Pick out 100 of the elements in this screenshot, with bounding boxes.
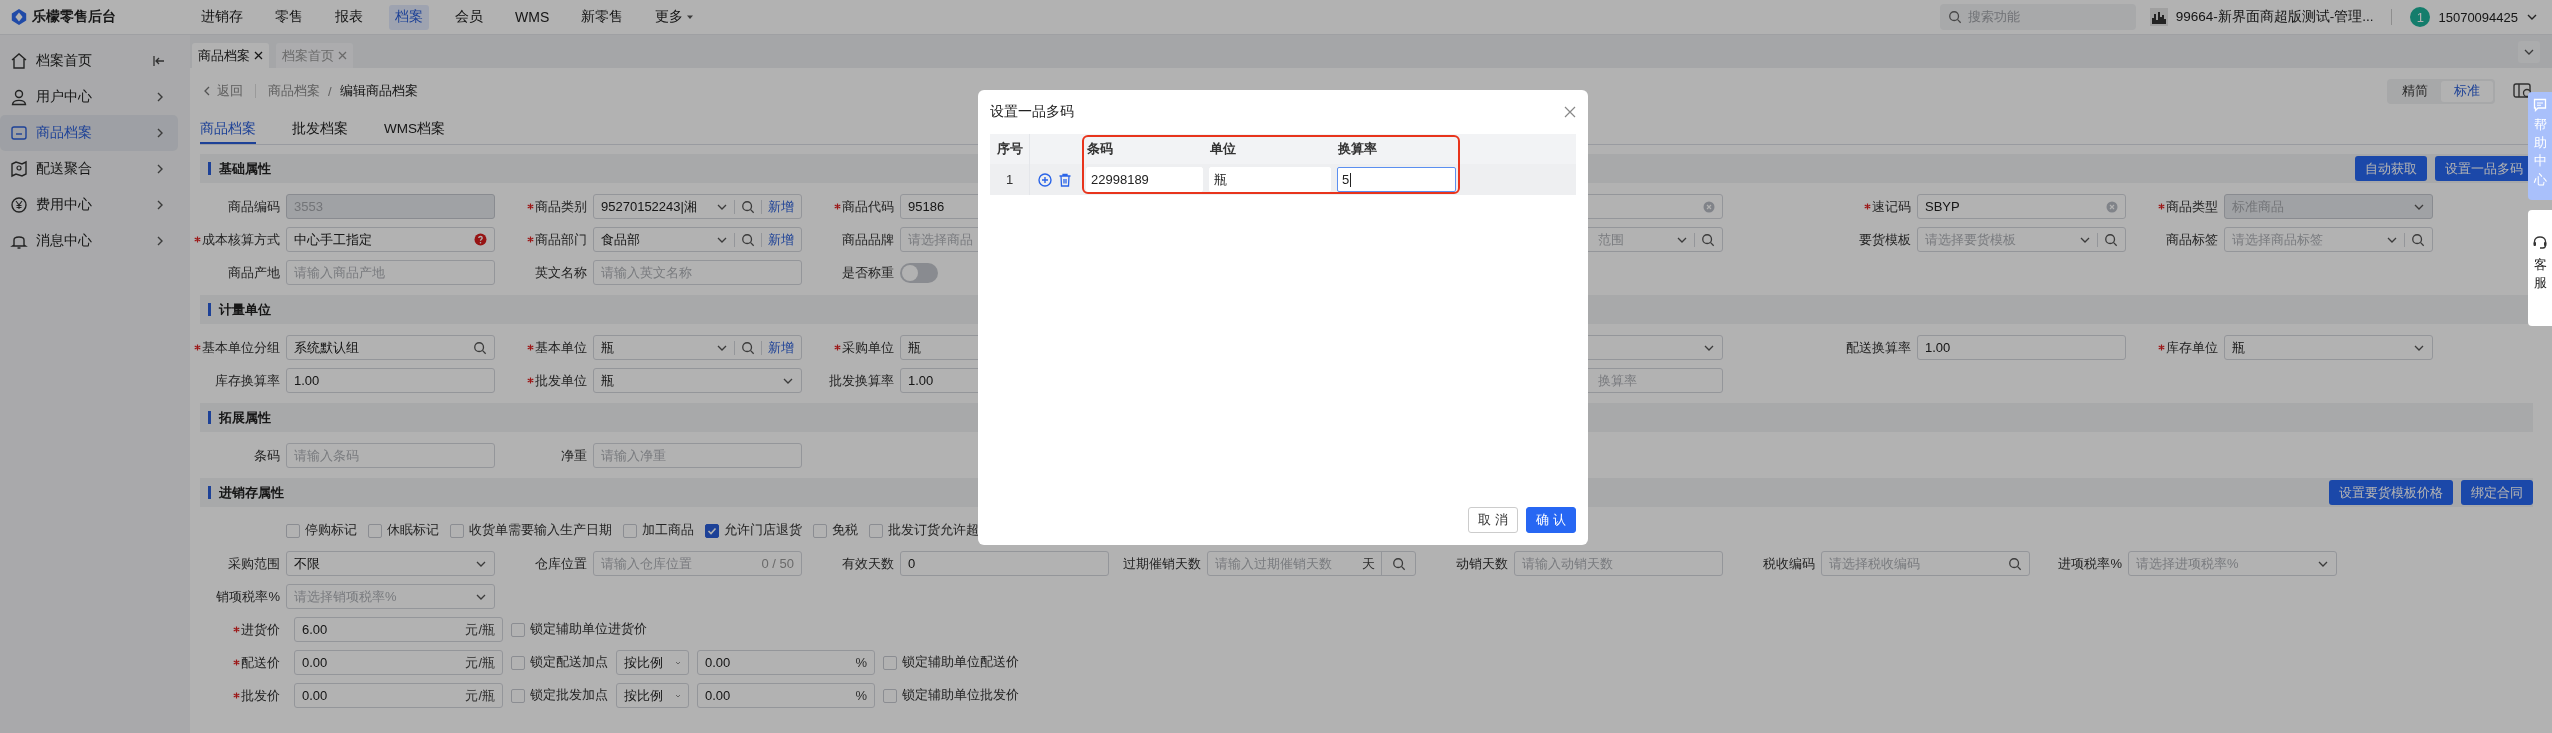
home-icon <box>10 52 28 70</box>
nav-tab[interactable]: 新零售 <box>575 4 630 30</box>
sidebar-item[interactable]: 费用中心 <box>0 187 178 223</box>
customer-service-tab[interactable]: 客服 <box>2528 210 2552 326</box>
checkbox-label[interactable]: 批发订货允许超 <box>888 522 979 539</box>
checkbox-label[interactable]: 免税 <box>832 522 858 539</box>
nav-tab[interactable]: 报表 <box>329 4 369 30</box>
user-name[interactable]: 15070094425 <box>2438 9 2518 25</box>
unit-input[interactable]: 瓶 <box>1209 167 1331 192</box>
barcode-input[interactable]: 22998189 <box>1086 167 1203 192</box>
select-field[interactable]: 不限 <box>286 551 495 576</box>
close-icon[interactable] <box>254 51 263 60</box>
sidebar-item[interactable]: 商品档案 <box>0 115 178 151</box>
nav-tab[interactable]: 会员 <box>449 4 489 30</box>
select-field[interactable]: 食品部 新增 <box>593 227 802 252</box>
sub-tab[interactable]: 批发档案 <box>292 114 348 144</box>
field-label: 采购范围 <box>228 554 280 573</box>
checkbox-label[interactable]: 加工商品 <box>642 522 694 539</box>
checkbox-label[interactable]: 锁定批发加点 <box>530 687 608 704</box>
input-field[interactable]: 0.00 元/瓶 <box>294 683 503 708</box>
checkbox-label[interactable]: 允许门店退货 <box>724 522 802 539</box>
search-icon[interactable] <box>741 199 755 214</box>
toggle-switch[interactable] <box>900 262 938 283</box>
help-icon[interactable] <box>474 233 487 246</box>
select-field[interactable]: 95270152243|湘 新增 <box>593 194 802 219</box>
tab-menu-button[interactable] <box>2518 41 2540 63</box>
clear-icon[interactable] <box>2106 200 2118 213</box>
unit-suffix: 元/瓶 <box>465 620 495 639</box>
sidebar-item[interactable]: 配送聚合 <box>0 151 178 187</box>
field-label: 税收编码 <box>1763 554 1815 573</box>
sidebar-item[interactable]: 档案首页 <box>0 43 178 79</box>
required-icon <box>233 659 240 666</box>
input-field[interactable]: 0.00 元/瓶 <box>294 650 503 675</box>
select-field[interactable]: 瓶 <box>2224 335 2433 360</box>
view-option[interactable]: 精简 <box>2389 80 2441 102</box>
view-option[interactable]: 标准 <box>2441 80 2493 102</box>
checkbox-label[interactable]: 休眠标记 <box>387 522 439 539</box>
section-title: 计量单位 <box>219 300 271 319</box>
rate-input[interactable]: 5 <box>1337 167 1456 192</box>
nav-tab[interactable]: WMS <box>509 4 556 30</box>
select-field[interactable]: 瓶 <box>593 368 802 393</box>
input-field[interactable]: 0 <box>900 551 1109 576</box>
clear-icon[interactable] <box>1703 200 1715 213</box>
input-field[interactable]: 0.00 % <box>697 650 875 675</box>
search-icon[interactable] <box>741 232 755 247</box>
action-button[interactable]: 设置要货模板价格 <box>2329 480 2453 505</box>
input-field[interactable]: 中心手工指定 <box>286 227 495 252</box>
sub-tab[interactable]: 商品档案 <box>200 114 256 144</box>
breadcrumb-current: 编辑商品档案 <box>339 82 418 100</box>
search-icon[interactable] <box>2008 556 2022 571</box>
input-field[interactable]: SBYP <box>1917 194 2126 219</box>
action-button[interactable]: 自动获取 <box>2355 156 2427 181</box>
checkmark-icon <box>707 525 717 536</box>
select-field[interactable]: 瓶 新增 <box>593 335 802 360</box>
sidebar-item[interactable]: 消息中心 <box>0 223 178 259</box>
checkbox-label[interactable]: 停购标记 <box>305 522 357 539</box>
search-icon[interactable] <box>473 340 487 355</box>
headset-icon <box>2532 234 2548 250</box>
nav-tab[interactable]: 档案 <box>389 4 429 30</box>
dialog-button[interactable]: 取 消 <box>1468 507 1518 533</box>
add-link[interactable]: 新增 <box>768 338 794 357</box>
action-button[interactable]: 绑定合同 <box>2461 480 2533 505</box>
field-label: 商品品牌 <box>842 230 894 249</box>
checkbox-label[interactable]: 锁定配送加点 <box>530 654 608 671</box>
input-field[interactable]: 1.00 <box>1917 335 2126 360</box>
nav-tab[interactable]: 进销存 <box>195 4 249 30</box>
field-label: 条码 <box>254 446 280 465</box>
search-icon[interactable] <box>1701 232 1715 247</box>
search-icon[interactable] <box>2104 232 2118 247</box>
store-name[interactable]: 99664-新界面商超版测试-管理... <box>2175 8 2374 26</box>
checkbox-label[interactable]: 收货单需要输入生产日期 <box>469 522 612 539</box>
field-label: 商品标签 <box>2166 230 2218 249</box>
checkbox-label[interactable]: 锁定辅助单位进货价 <box>530 621 647 638</box>
checkbox-label[interactable]: 锁定辅助单位配送价 <box>902 654 1019 671</box>
search-icon[interactable] <box>2411 232 2425 247</box>
add-link[interactable]: 新增 <box>768 197 794 216</box>
trash-icon[interactable] <box>1058 172 1072 187</box>
nav-tab[interactable]: 更多 <box>649 4 701 30</box>
input-field[interactable]: 6.00 元/瓶 <box>294 617 503 642</box>
search-field[interactable]: 系统默认组 <box>286 335 495 360</box>
input-field[interactable]: 1.00 <box>286 368 495 393</box>
layout-icon[interactable] <box>2513 82 2533 100</box>
select-field[interactable]: 按比例 <box>616 683 689 708</box>
add-link[interactable]: 新增 <box>768 230 794 249</box>
dialog-button[interactable]: 确 认 <box>1526 507 1576 533</box>
checkbox[interactable] <box>705 523 719 538</box>
select-field[interactable]: 按比例 <box>616 650 689 675</box>
input-field[interactable]: 0.00 % <box>697 683 875 708</box>
sub-tab[interactable]: WMS档案 <box>384 114 445 144</box>
sidebar-item[interactable]: 用户中心 <box>0 79 178 115</box>
checkbox-label[interactable]: 锁定辅助单位批发价 <box>902 687 1019 704</box>
search-icon[interactable] <box>741 340 755 355</box>
required-icon <box>834 344 841 351</box>
add-row-icon[interactable] <box>1038 172 1052 187</box>
field-label: 进项税率% <box>2058 554 2122 573</box>
nav-tab[interactable]: 零售 <box>269 4 309 30</box>
required-icon <box>527 377 534 384</box>
store-icon <box>2149 8 2168 26</box>
page-tab[interactable]: 商品档案 <box>192 43 269 68</box>
collapse-icon[interactable] <box>152 54 166 68</box>
